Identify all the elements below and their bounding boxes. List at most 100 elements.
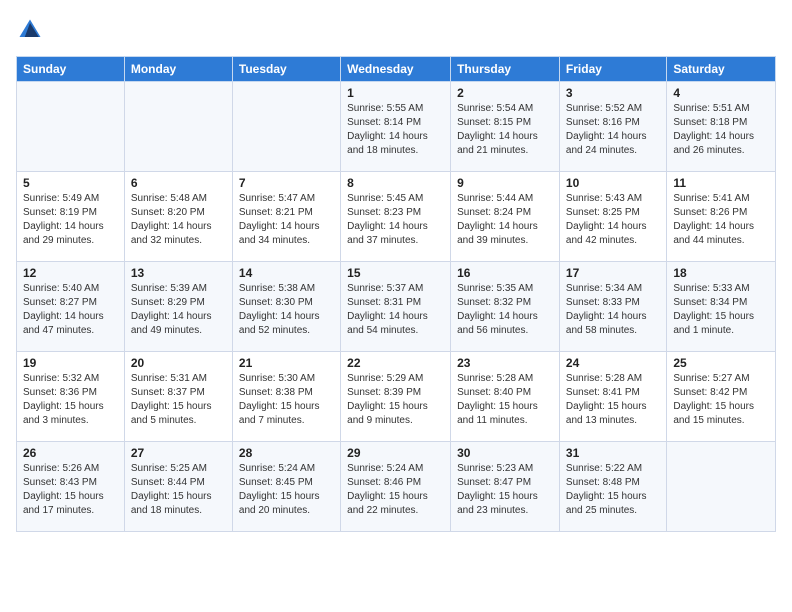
day-info: Sunrise: 5:29 AM Sunset: 8:39 PM Dayligh… bbox=[347, 372, 444, 428]
day-number: 12 bbox=[23, 266, 118, 280]
calendar-cell: 15Sunrise: 5:37 AM Sunset: 8:31 PM Dayli… bbox=[341, 262, 451, 352]
calendar-cell: 30Sunrise: 5:23 AM Sunset: 8:47 PM Dayli… bbox=[451, 442, 560, 532]
day-number: 2 bbox=[457, 86, 553, 100]
calendar-cell: 5 Sunrise: 5:49 AM Sunset: 8:19 PM Daylig… bbox=[17, 172, 125, 262]
column-header-saturday: Saturday bbox=[667, 57, 776, 82]
calendar-cell: 26Sunrise: 5:26 AM Sunset: 8:43 PM Dayli… bbox=[17, 442, 125, 532]
logo bbox=[16, 16, 48, 44]
calendar-cell bbox=[124, 82, 232, 172]
calendar-cell: 3 Sunrise: 5:52 AM Sunset: 8:16 PM Daylig… bbox=[559, 82, 666, 172]
day-info: Sunrise: 5:32 AM Sunset: 8:36 PM Dayligh… bbox=[23, 372, 118, 428]
day-info: Sunrise: 5:40 AM Sunset: 8:27 PM Dayligh… bbox=[23, 282, 118, 338]
calendar-cell: 14 Sunrise: 5:38 AM Sunset: 8:30 PM Dayli… bbox=[232, 262, 340, 352]
calendar-cell: 13 Sunrise: 5:39 AM Sunset: 8:29 PM Dayli… bbox=[124, 262, 232, 352]
calendar-cell bbox=[17, 82, 125, 172]
calendar-week-row: 5 Sunrise: 5:49 AM Sunset: 8:19 PM Daylig… bbox=[17, 172, 776, 262]
day-info: Sunrise: 5:30 AM Sunset: 8:38 PM Dayligh… bbox=[239, 372, 334, 428]
calendar-cell: 18 Sunrise: 5:33 AM Sunset: 8:34 PM Dayli… bbox=[667, 262, 776, 352]
calendar-header-row: SundayMondayTuesdayWednesdayThursdayFrid… bbox=[17, 57, 776, 82]
calendar-cell: 22 Sunrise: 5:29 AM Sunset: 8:39 PM Dayli… bbox=[341, 352, 451, 442]
day-number: 4 bbox=[673, 86, 769, 100]
column-header-wednesday: Wednesday bbox=[341, 57, 451, 82]
day-number: 18 bbox=[673, 266, 769, 280]
calendar-cell: 4Sunrise: 5:51 AM Sunset: 8:18 PM Daylig… bbox=[667, 82, 776, 172]
calendar-cell: 19 Sunrise: 5:32 AM Sunset: 8:36 PM Dayli… bbox=[17, 352, 125, 442]
calendar-cell: 9 Sunrise: 5:44 AM Sunset: 8:24 PM Daylig… bbox=[451, 172, 560, 262]
calendar-cell: 28Sunrise: 5:24 AM Sunset: 8:45 PM Dayli… bbox=[232, 442, 340, 532]
calendar-cell: 6Sunrise: 5:48 AM Sunset: 8:20 PM Daylig… bbox=[124, 172, 232, 262]
day-number: 1 bbox=[347, 86, 444, 100]
day-number: 7 bbox=[239, 176, 334, 190]
column-header-tuesday: Tuesday bbox=[232, 57, 340, 82]
day-info: Sunrise: 5:39 AM Sunset: 8:29 PM Dayligh… bbox=[131, 282, 226, 338]
day-info: Sunrise: 5:38 AM Sunset: 8:30 PM Dayligh… bbox=[239, 282, 334, 338]
day-number: 16 bbox=[457, 266, 553, 280]
day-number: 25 bbox=[673, 356, 769, 370]
day-number: 11 bbox=[673, 176, 769, 190]
day-number: 14 bbox=[239, 266, 334, 280]
day-number: 22 bbox=[347, 356, 444, 370]
calendar-cell: 24 Sunrise: 5:28 AM Sunset: 8:41 PM Dayli… bbox=[559, 352, 666, 442]
calendar-cell: 27 Sunrise: 5:25 AM Sunset: 8:44 PM Dayli… bbox=[124, 442, 232, 532]
calendar-cell: 7 Sunrise: 5:47 AM Sunset: 8:21 PM Daylig… bbox=[232, 172, 340, 262]
day-number: 29 bbox=[347, 446, 444, 460]
day-info: Sunrise: 5:28 AM Sunset: 8:40 PM Dayligh… bbox=[457, 372, 553, 428]
calendar-cell: 10 Sunrise: 5:43 AM Sunset: 8:25 PM Dayli… bbox=[559, 172, 666, 262]
day-info: Sunrise: 5:55 AM Sunset: 8:14 PM Dayligh… bbox=[347, 102, 444, 158]
calendar-cell: 20 Sunrise: 5:31 AM Sunset: 8:37 PM Dayli… bbox=[124, 352, 232, 442]
calendar-cell: 21 Sunrise: 5:30 AM Sunset: 8:38 PM Dayli… bbox=[232, 352, 340, 442]
day-number: 23 bbox=[457, 356, 553, 370]
day-number: 9 bbox=[457, 176, 553, 190]
day-info: Sunrise: 5:43 AM Sunset: 8:25 PM Dayligh… bbox=[566, 192, 660, 248]
calendar-cell: 11 Sunrise: 5:41 AM Sunset: 8:26 PM Dayli… bbox=[667, 172, 776, 262]
day-number: 17 bbox=[566, 266, 660, 280]
calendar-table: SundayMondayTuesdayWednesdayThursdayFrid… bbox=[16, 56, 776, 532]
day-info: Sunrise: 5:54 AM Sunset: 8:15 PM Dayligh… bbox=[457, 102, 553, 158]
calendar-cell bbox=[667, 442, 776, 532]
day-info: Sunrise: 5:44 AM Sunset: 8:24 PM Dayligh… bbox=[457, 192, 553, 248]
day-info: Sunrise: 5:24 AM Sunset: 8:45 PM Dayligh… bbox=[239, 462, 334, 518]
calendar-cell: 16 Sunrise: 5:35 AM Sunset: 8:32 PM Dayli… bbox=[451, 262, 560, 352]
day-number: 13 bbox=[131, 266, 226, 280]
calendar-cell: 17 Sunrise: 5:34 AM Sunset: 8:33 PM Dayli… bbox=[559, 262, 666, 352]
page-header bbox=[16, 16, 776, 44]
day-info: Sunrise: 5:49 AM Sunset: 8:19 PM Dayligh… bbox=[23, 192, 118, 248]
day-number: 20 bbox=[131, 356, 226, 370]
day-info: Sunrise: 5:25 AM Sunset: 8:44 PM Dayligh… bbox=[131, 462, 226, 518]
day-number: 10 bbox=[566, 176, 660, 190]
day-number: 31 bbox=[566, 446, 660, 460]
day-info: Sunrise: 5:33 AM Sunset: 8:34 PM Dayligh… bbox=[673, 282, 769, 338]
day-number: 8 bbox=[347, 176, 444, 190]
day-info: Sunrise: 5:35 AM Sunset: 8:32 PM Dayligh… bbox=[457, 282, 553, 338]
day-number: 24 bbox=[566, 356, 660, 370]
day-info: Sunrise: 5:41 AM Sunset: 8:26 PM Dayligh… bbox=[673, 192, 769, 248]
day-info: Sunrise: 5:47 AM Sunset: 8:21 PM Dayligh… bbox=[239, 192, 334, 248]
calendar-cell: 23 Sunrise: 5:28 AM Sunset: 8:40 PM Dayli… bbox=[451, 352, 560, 442]
calendar-cell: 2 Sunrise: 5:54 AM Sunset: 8:15 PM Daylig… bbox=[451, 82, 560, 172]
calendar-week-row: 1 Sunrise: 5:55 AM Sunset: 8:14 PM Daylig… bbox=[17, 82, 776, 172]
day-number: 15 bbox=[347, 266, 444, 280]
day-info: Sunrise: 5:34 AM Sunset: 8:33 PM Dayligh… bbox=[566, 282, 660, 338]
column-header-sunday: Sunday bbox=[17, 57, 125, 82]
day-number: 3 bbox=[566, 86, 660, 100]
day-info: Sunrise: 5:52 AM Sunset: 8:16 PM Dayligh… bbox=[566, 102, 660, 158]
day-number: 30 bbox=[457, 446, 553, 460]
calendar-cell: 12 Sunrise: 5:40 AM Sunset: 8:27 PM Dayli… bbox=[17, 262, 125, 352]
day-number: 27 bbox=[131, 446, 226, 460]
day-info: Sunrise: 5:28 AM Sunset: 8:41 PM Dayligh… bbox=[566, 372, 660, 428]
calendar-week-row: 19 Sunrise: 5:32 AM Sunset: 8:36 PM Dayli… bbox=[17, 352, 776, 442]
day-number: 21 bbox=[239, 356, 334, 370]
day-number: 5 bbox=[23, 176, 118, 190]
day-info: Sunrise: 5:48 AM Sunset: 8:20 PM Dayligh… bbox=[131, 192, 226, 248]
day-info: Sunrise: 5:27 AM Sunset: 8:42 PM Dayligh… bbox=[673, 372, 769, 428]
column-header-thursday: Thursday bbox=[451, 57, 560, 82]
calendar-week-row: 12 Sunrise: 5:40 AM Sunset: 8:27 PM Dayli… bbox=[17, 262, 776, 352]
day-info: Sunrise: 5:31 AM Sunset: 8:37 PM Dayligh… bbox=[131, 372, 226, 428]
day-number: 26 bbox=[23, 446, 118, 460]
calendar-cell: 31 Sunrise: 5:22 AM Sunset: 8:48 PM Dayli… bbox=[559, 442, 666, 532]
day-number: 19 bbox=[23, 356, 118, 370]
calendar-cell bbox=[232, 82, 340, 172]
day-info: Sunrise: 5:22 AM Sunset: 8:48 PM Dayligh… bbox=[566, 462, 660, 518]
logo-icon bbox=[16, 16, 44, 44]
day-info: Sunrise: 5:24 AM Sunset: 8:46 PM Dayligh… bbox=[347, 462, 444, 518]
